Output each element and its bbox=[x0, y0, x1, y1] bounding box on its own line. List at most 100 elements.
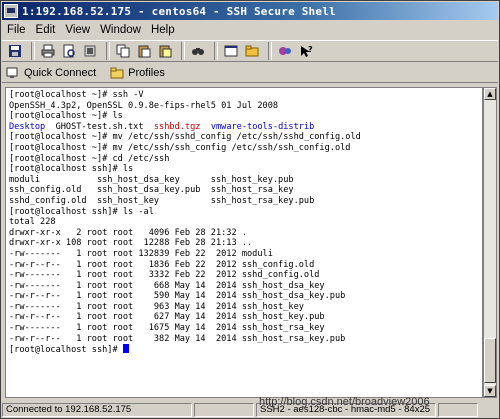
terminal-line: [root@localhost ~]# mv /etc/ssh/ssh_conf… bbox=[9, 143, 482, 154]
terminal-line: [root@localhost ~]# cd /etc/ssh bbox=[9, 154, 482, 165]
terminal-text: drwxr-xr-x 2 root root 4096 Feb 28 21:32… bbox=[9, 227, 247, 238]
toolbar-separator bbox=[106, 42, 110, 60]
title-bar[interactable]: 1:192.168.52.175 - centos64 - SSH Secure… bbox=[2, 2, 498, 20]
copy-icon[interactable] bbox=[114, 42, 132, 60]
terminal-text: -rw-r--r-- 1 root root 382 May 14 2014 s… bbox=[9, 333, 346, 344]
terminal-line: -rw-r--r-- 1 root root 627 May 14 2014 s… bbox=[9, 312, 482, 323]
file-transfer-icon[interactable] bbox=[243, 42, 261, 60]
terminal-text: -rw------- 1 root root 132839 Feb 22 201… bbox=[9, 248, 273, 259]
terminal-text: OpenSSH_4.3p2, OpenSSL 0.9.8e-fips-rhel5… bbox=[9, 100, 279, 111]
terminal-text: total 228 bbox=[9, 217, 56, 228]
print-preview-icon[interactable] bbox=[60, 42, 78, 60]
terminal-text-segment: Desktop bbox=[9, 121, 46, 132]
terminal-text: -rw-r--r-- 1 root root 590 May 14 2014 s… bbox=[9, 291, 346, 302]
terminal-text: -rw------- 1 root root 1675 May 14 2014 … bbox=[9, 323, 325, 334]
terminal-text: [root@localhost ssh]# bbox=[9, 345, 123, 356]
terminal-line: -rw------- 1 root root 963 May 14 2014 s… bbox=[9, 302, 482, 313]
terminal-line: ssh_config.old ssh_host_dsa_key.pub ssh_… bbox=[9, 185, 482, 196]
toolbar-separator bbox=[214, 42, 218, 60]
terminal-text-segment: sshbd.tgz bbox=[153, 121, 201, 132]
svg-text:?: ? bbox=[308, 45, 313, 54]
quick-connect-button[interactable]: Quick Connect bbox=[6, 67, 96, 79]
terminal-line: OpenSSH_4.3p2, OpenSSL 0.9.8e-fips-rhel5… bbox=[9, 101, 482, 112]
scroll-up-icon[interactable]: ▲ bbox=[484, 88, 496, 100]
terminal-text-segment: vmware-tools-distrib bbox=[210, 121, 315, 132]
paste-selected-icon[interactable] bbox=[156, 42, 174, 60]
terminal-text: moduli ssh_host_dsa_key ssh_host_key.pub bbox=[9, 174, 294, 185]
terminal-text: ssh_config.old ssh_host_dsa_key.pub ssh_… bbox=[9, 185, 294, 196]
print-icon[interactable] bbox=[39, 42, 57, 60]
terminal-text: -rw------- 1 root root 3332 Feb 22 2012 … bbox=[9, 270, 320, 281]
toolbar-separator bbox=[268, 42, 272, 60]
terminal-line: -rw-r--r-- 1 root root 1836 Feb 22 2012 … bbox=[9, 260, 482, 271]
toolbar-separator bbox=[181, 42, 185, 60]
terminal-line: drwxr-xr-x 2 root root 4096 Feb 28 21:32… bbox=[9, 228, 482, 239]
profiles-label: Profiles bbox=[128, 66, 165, 79]
menu-file[interactable]: File bbox=[2, 24, 31, 36]
ssh-client-window: 1:192.168.52.175 - centos64 - SSH Secure… bbox=[0, 0, 500, 419]
terminal-line: [root@localhost ~]# ssh -V bbox=[9, 90, 482, 101]
scrollbar-thumb[interactable] bbox=[484, 338, 496, 383]
terminal-text-segment: GHOST-test.sh.txt bbox=[45, 121, 154, 132]
menu-bar: File Edit View Window Help bbox=[2, 21, 498, 39]
paste-icon[interactable] bbox=[135, 42, 153, 60]
menu-help[interactable]: Help bbox=[146, 24, 180, 36]
terminal-line: total 228 bbox=[9, 217, 482, 228]
terminal-text: [root@localhost ssh]# ls bbox=[9, 164, 134, 175]
terminal-line: -rw------- 1 root root 3332 Feb 22 2012 … bbox=[9, 270, 482, 281]
terminal-line: sshd_config.old ssh_host_key ssh_host_rs… bbox=[9, 196, 482, 207]
terminal-cursor bbox=[122, 344, 129, 354]
watermark: http://blog.csdn.net/broadview2006 bbox=[259, 396, 430, 408]
terminal-text: [root@localhost ssh]# ls -al bbox=[9, 206, 154, 217]
terminal-line: -rw------- 1 root root 1675 May 14 2014 … bbox=[9, 323, 482, 334]
terminal-line: Desktop GHOST-test.sh.txt sshbd.tgz vmwa… bbox=[9, 122, 482, 133]
menu-view[interactable]: View bbox=[60, 24, 95, 36]
terminal-text: [root@localhost ~]# ls bbox=[9, 111, 123, 122]
terminal-line: [root@localhost ssh]# bbox=[9, 344, 482, 355]
terminal-text: [root@localhost ~]# mv /etc/ssh/ssh_conf… bbox=[9, 142, 351, 153]
folder-icon bbox=[110, 67, 124, 79]
terminal-text: [root@localhost ~]# ssh -V bbox=[9, 90, 144, 100]
status-extra bbox=[438, 402, 478, 417]
terminal-line: -rw-r--r-- 1 root root 382 May 14 2014 s… bbox=[9, 334, 482, 345]
terminal-output[interactable]: [root@localhost ~]# ssh -V OpenSSH_4.3p2,… bbox=[5, 87, 483, 398]
connection-status: Connected to 192.168.52.175 bbox=[2, 402, 192, 417]
terminal-line: drwxr-xr-x 108 root root 12288 Feb 28 21… bbox=[9, 238, 482, 249]
find-icon[interactable] bbox=[189, 42, 207, 60]
terminal-text: sshd_config.old ssh_host_key ssh_host_rs… bbox=[9, 195, 315, 206]
settings-icon[interactable] bbox=[276, 42, 294, 60]
terminal-line: moduli ssh_host_dsa_key ssh_host_key.pub bbox=[9, 175, 482, 186]
new-terminal-icon[interactable] bbox=[222, 42, 240, 60]
quick-connect-label: Quick Connect bbox=[24, 66, 97, 79]
connect-icon[interactable] bbox=[81, 42, 99, 60]
quick-connect-icon bbox=[6, 67, 20, 79]
terminal-line: -rw-r--r-- 1 root root 590 May 14 2014 s… bbox=[9, 291, 482, 302]
terminal-line: [root@localhost ~]# mv /etc/ssh/sshd_con… bbox=[9, 132, 482, 143]
terminal-text: [root@localhost ~]# cd /etc/ssh bbox=[9, 153, 170, 164]
terminal-text: -rw------- 1 root root 963 May 14 2014 s… bbox=[9, 301, 304, 312]
terminal-text: -rw------- 1 root root 668 May 14 2014 s… bbox=[9, 280, 325, 291]
app-icon bbox=[4, 4, 18, 18]
terminal-line: -rw------- 1 root root 132839 Feb 22 201… bbox=[9, 249, 482, 260]
scroll-down-icon[interactable]: ▼ bbox=[484, 385, 496, 397]
terminal-text: drwxr-xr-x 108 root root 12288 Feb 28 21… bbox=[9, 238, 253, 249]
terminal-text: [root@localhost ~]# mv /etc/ssh/sshd_con… bbox=[9, 132, 361, 143]
terminal-line: [root@localhost ssh]# ls bbox=[9, 164, 482, 175]
menu-window[interactable]: Window bbox=[95, 24, 146, 36]
terminal-line: -rw------- 1 root root 668 May 14 2014 s… bbox=[9, 281, 482, 292]
toolbar: ? bbox=[2, 40, 498, 62]
status-spacer bbox=[194, 402, 254, 417]
menu-edit[interactable]: Edit bbox=[31, 24, 61, 36]
quick-connect-bar: Quick Connect Profiles bbox=[2, 63, 498, 83]
terminal-text: -rw-r--r-- 1 root root 1836 Feb 22 2012 … bbox=[9, 259, 315, 270]
terminal-line: [root@localhost ~]# ls bbox=[9, 111, 482, 122]
profiles-button[interactable]: Profiles bbox=[110, 67, 165, 79]
window-title: 1:192.168.52.175 - centos64 - SSH Secure… bbox=[22, 4, 336, 18]
terminal-line: [root@localhost ssh]# ls -al bbox=[9, 207, 482, 218]
help-icon[interactable]: ? bbox=[297, 42, 315, 60]
save-icon[interactable] bbox=[6, 42, 24, 60]
terminal-text: -rw-r--r-- 1 root root 627 May 14 2014 s… bbox=[9, 312, 325, 323]
vertical-scrollbar[interactable]: ▲ ▼ bbox=[483, 87, 497, 398]
toolbar-separator bbox=[31, 42, 35, 60]
